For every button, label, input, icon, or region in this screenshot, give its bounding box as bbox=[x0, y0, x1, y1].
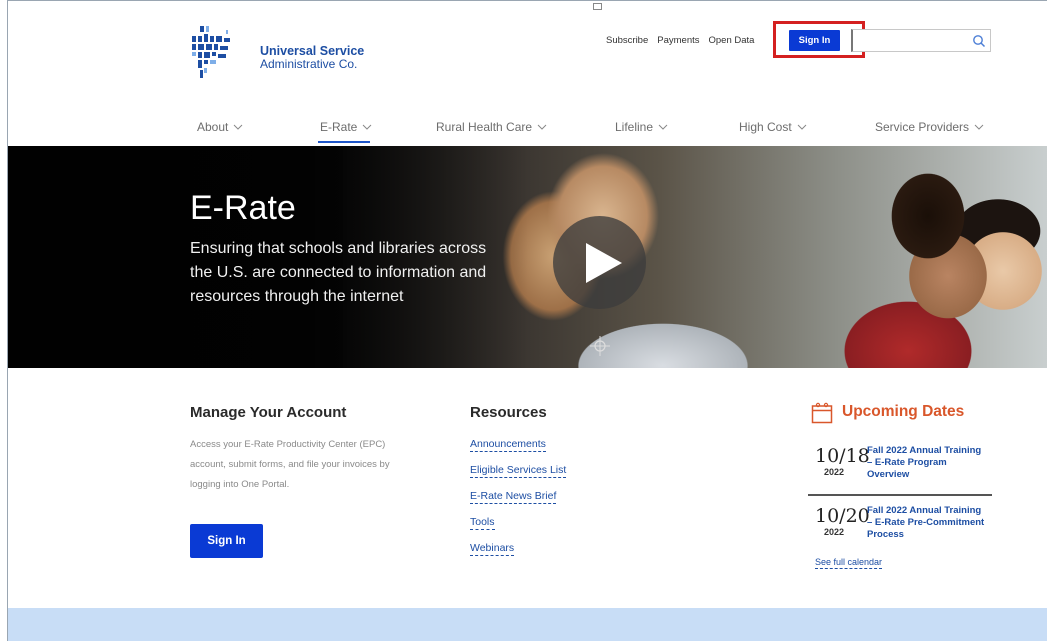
header-sign-in-button[interactable]: Sign In bbox=[789, 30, 840, 51]
search-icon[interactable] bbox=[972, 34, 986, 48]
nav-item-e-rate[interactable]: E-Rate bbox=[320, 120, 372, 134]
see-full-calendar-link[interactable]: See full calendar bbox=[815, 557, 883, 569]
event-year: 2022 bbox=[823, 527, 845, 537]
search-input[interactable] bbox=[851, 29, 991, 52]
e-rate-news-brief-link[interactable]: E-Rate News Brief bbox=[470, 490, 557, 504]
nav-item-lifeline[interactable]: Lifeline bbox=[615, 120, 668, 134]
event-divider bbox=[808, 494, 992, 496]
event-item[interactable]: 10/18 2022 Fall 2022 Annual Training – E… bbox=[808, 445, 987, 481]
event-title-link[interactable]: Fall 2022 Annual Training – E-Rate Pre-C… bbox=[867, 505, 987, 541]
chevron-down-icon bbox=[363, 124, 372, 130]
eligible-services-list-link[interactable]: Eligible Services List bbox=[470, 464, 567, 478]
event-item[interactable]: 10/20 2022 Fall 2022 Annual Training – E… bbox=[808, 505, 987, 541]
nav-item-label: E-Rate bbox=[320, 120, 358, 134]
nav-item-label: Service Providers bbox=[875, 120, 970, 134]
event-date: 10/20 bbox=[815, 505, 870, 527]
nav-item-high-cost[interactable]: High Cost bbox=[739, 120, 807, 134]
nav-item-label: High Cost bbox=[739, 120, 792, 134]
event-date: 10/18 bbox=[815, 445, 870, 467]
resize-handle[interactable] bbox=[593, 3, 602, 10]
utility-nav: Subscribe Payments Open Data bbox=[606, 35, 755, 46]
nav-item-label: Lifeline bbox=[615, 120, 654, 134]
manage-account-title: Manage Your Account bbox=[190, 404, 347, 421]
subscribe-link[interactable]: Subscribe bbox=[606, 35, 648, 46]
upcoming-dates-title: Upcoming Dates bbox=[842, 403, 965, 420]
nav-item-rural-health-care[interactable]: Rural Health Care bbox=[436, 120, 547, 134]
nav-item-service-providers[interactable]: Service Providers bbox=[875, 120, 984, 134]
tools-link[interactable]: Tools bbox=[470, 516, 495, 530]
nav-item-about[interactable]: About bbox=[197, 120, 243, 134]
chevron-down-icon bbox=[974, 124, 984, 130]
open-data-link[interactable]: Open Data bbox=[709, 35, 755, 46]
announcements-link[interactable]: Announcements bbox=[470, 438, 546, 452]
hero-banner: E-Rate Ensuring that schools and librari… bbox=[8, 146, 1047, 368]
payments-link[interactable]: Payments bbox=[657, 35, 699, 46]
crosshair-icon bbox=[590, 336, 610, 356]
usac-logo[interactable]: Universal Service Administrative Co. bbox=[190, 24, 364, 86]
hero-description: Ensuring that schools and libraries acro… bbox=[190, 240, 487, 305]
chevron-down-icon bbox=[234, 124, 243, 130]
logo-name-line2: Administrative Co. bbox=[260, 57, 358, 71]
manage-account-description: Access your E-Rate Productivity Center (… bbox=[190, 439, 390, 490]
nav-item-label: About bbox=[197, 120, 229, 134]
chevron-down-icon bbox=[658, 124, 668, 130]
video-play-button[interactable] bbox=[553, 216, 646, 309]
nav-active-indicator bbox=[318, 141, 370, 143]
chevron-down-icon bbox=[797, 124, 807, 130]
resources-title: Resources bbox=[470, 404, 547, 421]
footer-band bbox=[8, 608, 1047, 641]
calendar-icon bbox=[811, 402, 833, 424]
chevron-down-icon bbox=[537, 124, 547, 130]
usac-logo-icon bbox=[192, 26, 230, 78]
play-icon bbox=[585, 242, 622, 283]
nav-item-label: Rural Health Care bbox=[436, 120, 533, 134]
webinars-link[interactable]: Webinars bbox=[470, 542, 515, 556]
browser-page: Universal Service Administrative Co. Sub… bbox=[7, 0, 1047, 641]
sign-in-button[interactable]: Sign In bbox=[190, 524, 263, 558]
event-title-link[interactable]: Fall 2022 Annual Training – E-Rate Progr… bbox=[867, 445, 987, 481]
hero-title: E-Rate bbox=[190, 189, 296, 227]
event-year: 2022 bbox=[823, 467, 845, 477]
